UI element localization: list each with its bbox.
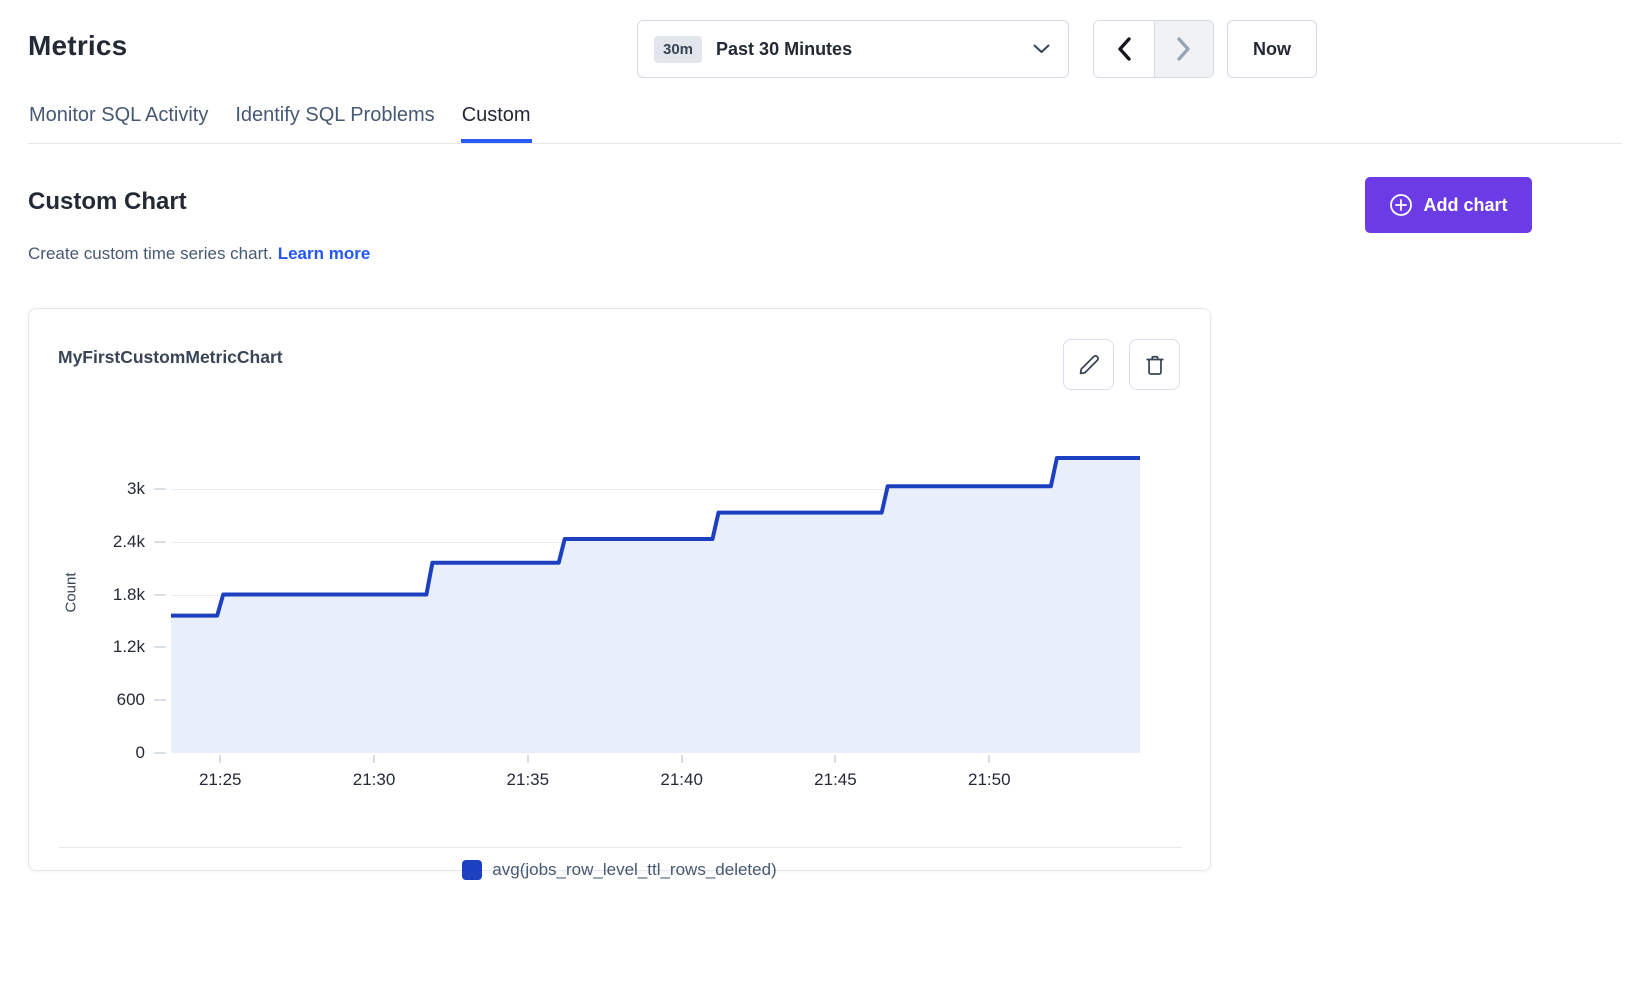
prev-interval-button[interactable] [1094,21,1154,77]
series-avg-jobs-row-level-ttl-rows-deleted [171,436,1140,753]
page-title: Metrics [28,30,127,62]
legend-divider [59,847,1182,848]
x-tick-label: 21:35 [483,770,573,790]
y-tick-label: 0 [29,743,145,763]
legend: avg(jobs_row_level_ttl_rows_deleted) [29,860,1210,880]
now-button[interactable]: Now [1227,20,1317,78]
tab-monitor-sql-activity[interactable]: Monitor SQL Activity [28,100,209,143]
y-tick [154,541,166,543]
tab-identify-sql-problems[interactable]: Identify SQL Problems [234,100,435,143]
x-tick [219,755,221,763]
time-range-badge: 30m [654,36,702,63]
y-tick [154,699,166,701]
y-tick-label: 3k [29,479,145,499]
next-interval-button[interactable] [1154,21,1214,77]
section-description: Create custom time series chart. Learn mo… [28,244,370,264]
learn-more-link[interactable]: Learn more [278,244,371,263]
plus-circle-icon [1389,193,1413,217]
section-description-text: Create custom time series chart. [28,244,273,263]
x-tick-label: 21:50 [944,770,1034,790]
chevron-down-icon [1033,44,1050,54]
y-tick-label: 1.8k [29,585,145,605]
y-tick-label: 600 [29,690,145,710]
y-tick [154,488,166,490]
add-chart-button[interactable]: Add chart [1365,177,1532,233]
chart-plot-area[interactable]: Count 06001.2k1.8k2.4k3k21:2521:3021:352… [29,309,1210,870]
tab-bar: Monitor SQL Activity Identify SQL Proble… [28,100,1622,144]
x-tick [681,755,683,763]
x-tick-label: 21:40 [637,770,727,790]
y-tick-label: 2.4k [29,532,145,552]
x-tick-label: 21:45 [790,770,880,790]
time-range-label: Past 30 Minutes [716,39,852,60]
x-tick [988,755,990,763]
y-tick [154,752,166,754]
chevron-right-icon [1177,37,1191,61]
x-tick [373,755,375,763]
time-pager [1093,20,1214,78]
legend-swatch [462,860,482,880]
add-chart-label: Add chart [1423,195,1507,216]
legend-label: avg(jobs_row_level_ttl_rows_deleted) [492,860,776,880]
y-tick-label: 1.2k [29,637,145,657]
x-tick [834,755,836,763]
x-tick-label: 21:30 [329,770,419,790]
time-range-select[interactable]: 30m Past 30 Minutes [637,20,1069,78]
x-tick-label: 21:25 [175,770,265,790]
y-tick [154,646,166,648]
x-tick [527,755,529,763]
chevron-left-icon [1117,37,1131,61]
section-title: Custom Chart [28,188,187,216]
y-tick [154,594,166,596]
chart-card: MyFirstCustomMetricChart Count 06001.2k1… [28,308,1211,871]
tab-custom[interactable]: Custom [461,100,532,143]
